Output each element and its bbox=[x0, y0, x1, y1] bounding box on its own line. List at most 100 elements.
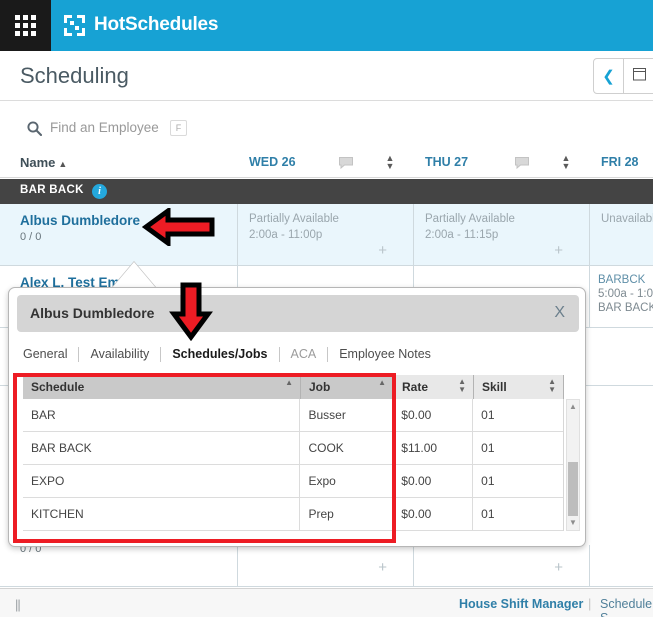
search-input[interactable]: Find an Employee bbox=[50, 120, 159, 135]
column-header-day-0[interactable]: WED 26 ▲ ▼ bbox=[237, 148, 413, 178]
availability-label: Partially Available bbox=[249, 213, 339, 225]
scroll-down-arrow-icon[interactable]: ▼ bbox=[567, 517, 579, 529]
caret-up-icon: ▲ bbox=[285, 378, 293, 387]
cell-job: COOK bbox=[300, 432, 394, 465]
column-header-job-label: Job bbox=[309, 380, 331, 394]
tab-employee-notes[interactable]: Employee Notes bbox=[328, 347, 442, 361]
column-header-schedule[interactable]: Schedule ▲ bbox=[23, 375, 301, 399]
plus-icon[interactable]: + bbox=[378, 242, 387, 259]
sort-updown-icon[interactable]: ▲ ▼ bbox=[385, 154, 395, 171]
table-row[interactable]: 0 / 0 + + bbox=[0, 543, 653, 587]
tab-general[interactable]: General bbox=[19, 347, 78, 361]
column-header-skill[interactable]: Skill ▲ ▼ bbox=[474, 375, 564, 399]
prev-week-button[interactable]: ❮ bbox=[593, 58, 624, 94]
footer-link-schedule-summary[interactable]: Schedule S bbox=[600, 597, 653, 617]
tab-aca[interactable]: ACA bbox=[280, 347, 328, 361]
plus-icon[interactable]: + bbox=[378, 559, 387, 576]
chevron-left-icon: ❮ bbox=[602, 68, 615, 85]
schedule-cell-day-2[interactable]: Unavailable bbox=[589, 204, 653, 265]
modal-pointer bbox=[112, 262, 156, 288]
schedule-cell-day-2[interactable] bbox=[589, 545, 653, 586]
page-title: Scheduling bbox=[20, 63, 129, 88]
shift-schedule: BAR BACK bbox=[598, 302, 653, 314]
employee-name-link[interactable]: Albus Dumbledore bbox=[20, 213, 140, 228]
modal-header: Albus Dumbledore X bbox=[17, 295, 579, 332]
schedule-cell-day-0[interactable]: Partially Available 2:00a - 11:00p + bbox=[237, 204, 413, 265]
cell-skill: 01 bbox=[481, 474, 495, 488]
availability-time: 2:00a - 11:00p bbox=[249, 229, 323, 241]
schedule-cell-day-1[interactable]: + bbox=[413, 545, 589, 586]
plus-icon[interactable]: + bbox=[554, 242, 563, 259]
employee-detail-modal: Albus Dumbledore X General Availability … bbox=[8, 287, 586, 547]
cell-rate: $0.00 bbox=[393, 465, 474, 498]
page-title-bar: Scheduling ❮ bbox=[0, 51, 653, 101]
availability-label: Unavailable bbox=[601, 213, 653, 225]
cell-schedule: BAR bbox=[23, 399, 301, 432]
cell-job: Prep bbox=[300, 498, 394, 531]
availability-label: Partially Available bbox=[425, 213, 515, 225]
schedule-cell-day-1[interactable]: Partially Available 2:00a - 11:15p + bbox=[413, 204, 589, 265]
cell-rate: $0.00 bbox=[393, 399, 474, 432]
column-header-name[interactable]: Name ▲ bbox=[20, 155, 67, 170]
column-header-job[interactable]: Job ▲ bbox=[301, 375, 394, 399]
plus-icon[interactable]: + bbox=[554, 559, 563, 576]
cell-schedule: BAR BACK bbox=[23, 432, 301, 465]
table-row[interactable]: Albus Dumbledore 0 / 0 Partially Availab… bbox=[0, 204, 653, 266]
cell-rate: $11.00 bbox=[393, 432, 474, 465]
scroll-up-arrow-icon[interactable]: ▲ bbox=[567, 401, 579, 413]
tab-schedules-jobs[interactable]: Schedules/Jobs bbox=[161, 347, 278, 361]
apps-grid-icon bbox=[15, 15, 36, 36]
sort-updown-icon: ▲ ▼ bbox=[458, 377, 466, 394]
table-row[interactable]: KITCHEN Prep $0.00 01 bbox=[23, 498, 563, 531]
modal-tabs: General Availability Schedules/Jobs ACA … bbox=[19, 343, 442, 365]
info-icon[interactable]: i bbox=[92, 184, 107, 199]
column-header-skill-label: Skill bbox=[482, 380, 507, 394]
schedules-jobs-table: Schedule ▲ Job ▲ Rate ▲ ▼ Skill ▲ ▼ BAR … bbox=[23, 375, 580, 531]
schedule-cell-day-0[interactable]: + bbox=[237, 545, 413, 586]
footer-link-house-shift-manager[interactable]: House Shift Manager bbox=[459, 597, 583, 611]
cell-schedule: KITCHEN bbox=[23, 498, 301, 531]
table-row[interactable]: BAR Busser $0.00 01 bbox=[23, 399, 563, 432]
table-row[interactable]: EXPO Expo $0.00 01 bbox=[23, 465, 563, 498]
cell-schedule: EXPO bbox=[23, 465, 301, 498]
column-header-rate[interactable]: Rate ▲ ▼ bbox=[394, 375, 474, 399]
close-icon[interactable]: X bbox=[554, 304, 565, 322]
day-label: THU 27 bbox=[425, 155, 469, 169]
column-header-day-1[interactable]: THU 27 ▲ ▼ bbox=[413, 148, 589, 178]
availability-time: 2:00a - 11:15p bbox=[425, 229, 499, 241]
note-icon[interactable] bbox=[339, 156, 353, 170]
tab-availability[interactable]: Availability bbox=[79, 347, 160, 361]
schedule-cell-day-2[interactable]: BARBCK 5:00a - 1:00p BAR BACK bbox=[589, 266, 653, 327]
column-header-name-label: Name bbox=[20, 155, 56, 170]
column-header-rate-label: Rate bbox=[402, 380, 429, 394]
status-bar: || House Shift Manager | Schedule S bbox=[0, 588, 653, 617]
shift-block[interactable]: BARBCK 5:00a - 1:00p BAR BACK bbox=[598, 273, 653, 315]
sort-updown-icon[interactable]: ▲ ▼ bbox=[561, 154, 571, 171]
cell-job: Busser bbox=[300, 399, 394, 432]
modal-title: Albus Dumbledore bbox=[30, 305, 155, 321]
brand-logo[interactable]: HotSchedules bbox=[62, 8, 218, 42]
search-icon bbox=[27, 121, 43, 137]
cell-rate: $0.00 bbox=[393, 498, 474, 531]
note-icon[interactable] bbox=[515, 156, 529, 170]
calendar-picker-button[interactable] bbox=[624, 58, 653, 94]
shift-code: BARBCK bbox=[598, 274, 646, 286]
search-shortcut-key: F bbox=[170, 120, 187, 136]
table-header-row: Schedule ▲ Job ▲ Rate ▲ ▼ Skill ▲ ▼ bbox=[23, 375, 564, 399]
apps-grid-button[interactable] bbox=[0, 0, 51, 51]
shift-time: 5:00a - 1:00p bbox=[598, 288, 653, 300]
day-label: FRI 28 bbox=[601, 155, 639, 169]
table-row[interactable]: BAR BACK COOK $11.00 01 bbox=[23, 432, 563, 465]
resize-grip-icon[interactable]: || bbox=[15, 597, 21, 612]
calendar-icon bbox=[632, 67, 646, 85]
scrollbar-thumb[interactable] bbox=[568, 462, 578, 516]
day-label: WED 26 bbox=[249, 155, 296, 169]
employee-shift-count: 0 / 0 bbox=[20, 231, 42, 243]
cell-skill: 01 bbox=[481, 507, 495, 521]
date-navigation: ❮ bbox=[593, 58, 653, 94]
app-root: HotSchedules Scheduling ❮ Find an Employ… bbox=[0, 0, 653, 617]
sort-updown-icon: ▲ ▼ bbox=[548, 377, 556, 394]
brand-name: HotSchedules bbox=[94, 14, 219, 35]
table-scrollbar[interactable]: ▲ ▼ bbox=[566, 399, 580, 531]
column-header-day-2[interactable]: FRI 28 bbox=[589, 148, 653, 178]
